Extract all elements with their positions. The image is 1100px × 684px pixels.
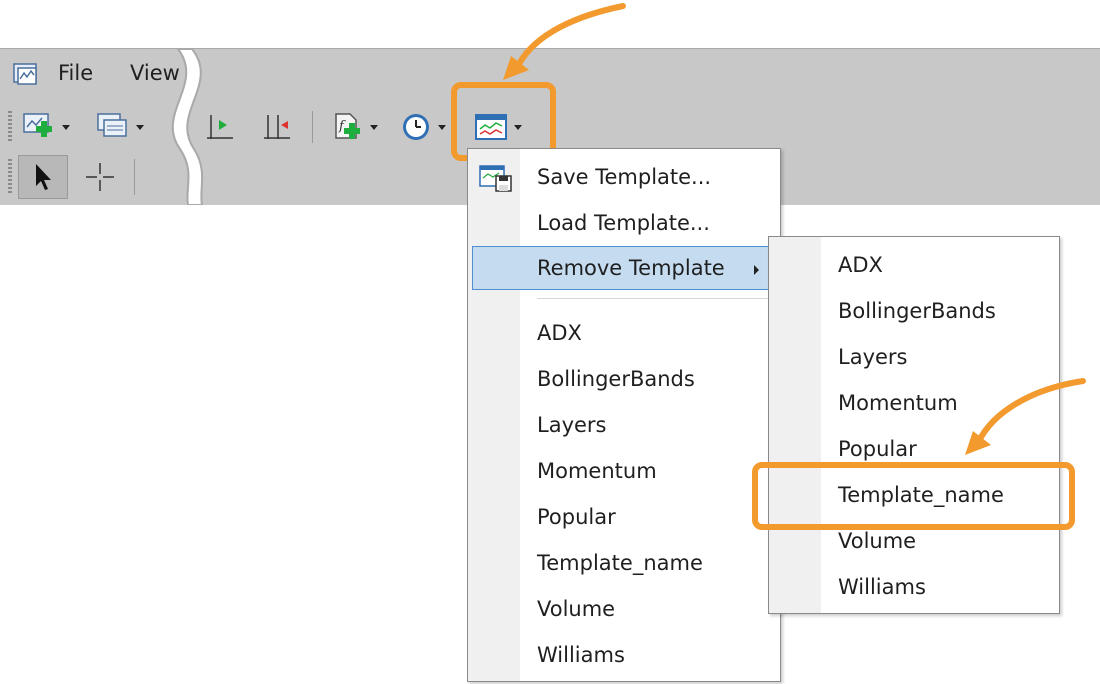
submenu-arrow-icon [754, 265, 759, 275]
menu-item-label: Layers [537, 413, 607, 437]
menu-item-label: Williams [838, 575, 926, 599]
menu-item-label: ADX [537, 321, 582, 345]
indicators-icon: f [330, 111, 364, 143]
menu-item-save-template[interactable]: Save Template... [468, 155, 780, 199]
menu-separator [537, 298, 772, 299]
menu-item-template[interactable]: Layers [468, 403, 780, 447]
menu-item-label: Williams [537, 643, 625, 667]
menu-file[interactable]: File [58, 61, 93, 85]
menu-item-label: Momentum [537, 459, 657, 483]
indicators-button[interactable]: f [330, 107, 378, 147]
annotation-arrow [965, 378, 1086, 455]
templates-dropdown: Save Template... Load Template... Remove… [467, 148, 781, 682]
cut-break-decoration [171, 49, 204, 205]
menu-item-template[interactable]: ADX [468, 311, 780, 355]
template-name-highlight [752, 462, 1075, 530]
new-chart-button[interactable] [22, 107, 70, 147]
menu-item-label: Layers [838, 345, 908, 369]
cursor-button[interactable] [18, 155, 68, 199]
menu-item-label: BollingerBands [537, 367, 695, 391]
menu-item-label: ADX [838, 253, 883, 277]
crosshair-button[interactable] [80, 155, 120, 199]
menu-item-label: Load Template... [537, 211, 710, 235]
menu-item-template[interactable]: Volume [468, 587, 780, 631]
menu-item-label: Template_name [537, 551, 703, 575]
profiles-icon [96, 111, 130, 143]
menu-item-label: Volume [838, 529, 917, 553]
menu-item-label: Volume [537, 597, 616, 621]
periods-icon [400, 111, 432, 143]
autoscroll-icon [262, 111, 294, 143]
save-template-icon [478, 163, 514, 198]
toolbar-grip[interactable] [8, 159, 12, 195]
menu-item-template[interactable]: Williams [468, 633, 780, 677]
menu-item-label: Momentum [838, 391, 958, 415]
submenu-item-template[interactable]: ADX [769, 243, 1059, 289]
periods-button[interactable] [400, 107, 446, 147]
toolbar-separator [134, 159, 135, 195]
menu-item-label: Save Template... [537, 165, 712, 189]
menu-item-template[interactable]: Template_name [468, 541, 780, 585]
app-icon [12, 61, 40, 91]
menu-item-label: Popular [838, 437, 917, 461]
profiles-button[interactable] [96, 107, 144, 147]
toolbar-separator [312, 111, 313, 143]
menu-item-label: BollingerBands [838, 299, 996, 323]
autoscroll-button[interactable] [262, 107, 294, 147]
menu-item-label: Remove Template [537, 256, 725, 280]
cursor-icon [31, 161, 55, 193]
annotation-arrow [503, 3, 626, 80]
toolbar-grip[interactable] [8, 111, 12, 143]
crosshair-icon [84, 161, 116, 193]
submenu-item-template[interactable]: BollingerBands [769, 289, 1059, 335]
menu-item-load-template[interactable]: Load Template... [468, 201, 780, 245]
menu-item-template[interactable]: Momentum [468, 449, 780, 493]
submenu-item-template[interactable]: Williams [769, 565, 1059, 611]
menu-item-label: Popular [537, 505, 616, 529]
menu-item-remove-template[interactable]: Remove Template [472, 246, 776, 290]
menu-item-template[interactable]: Popular [468, 495, 780, 539]
new-chart-icon [22, 111, 56, 143]
menu-item-template[interactable]: BollingerBands [468, 357, 780, 401]
